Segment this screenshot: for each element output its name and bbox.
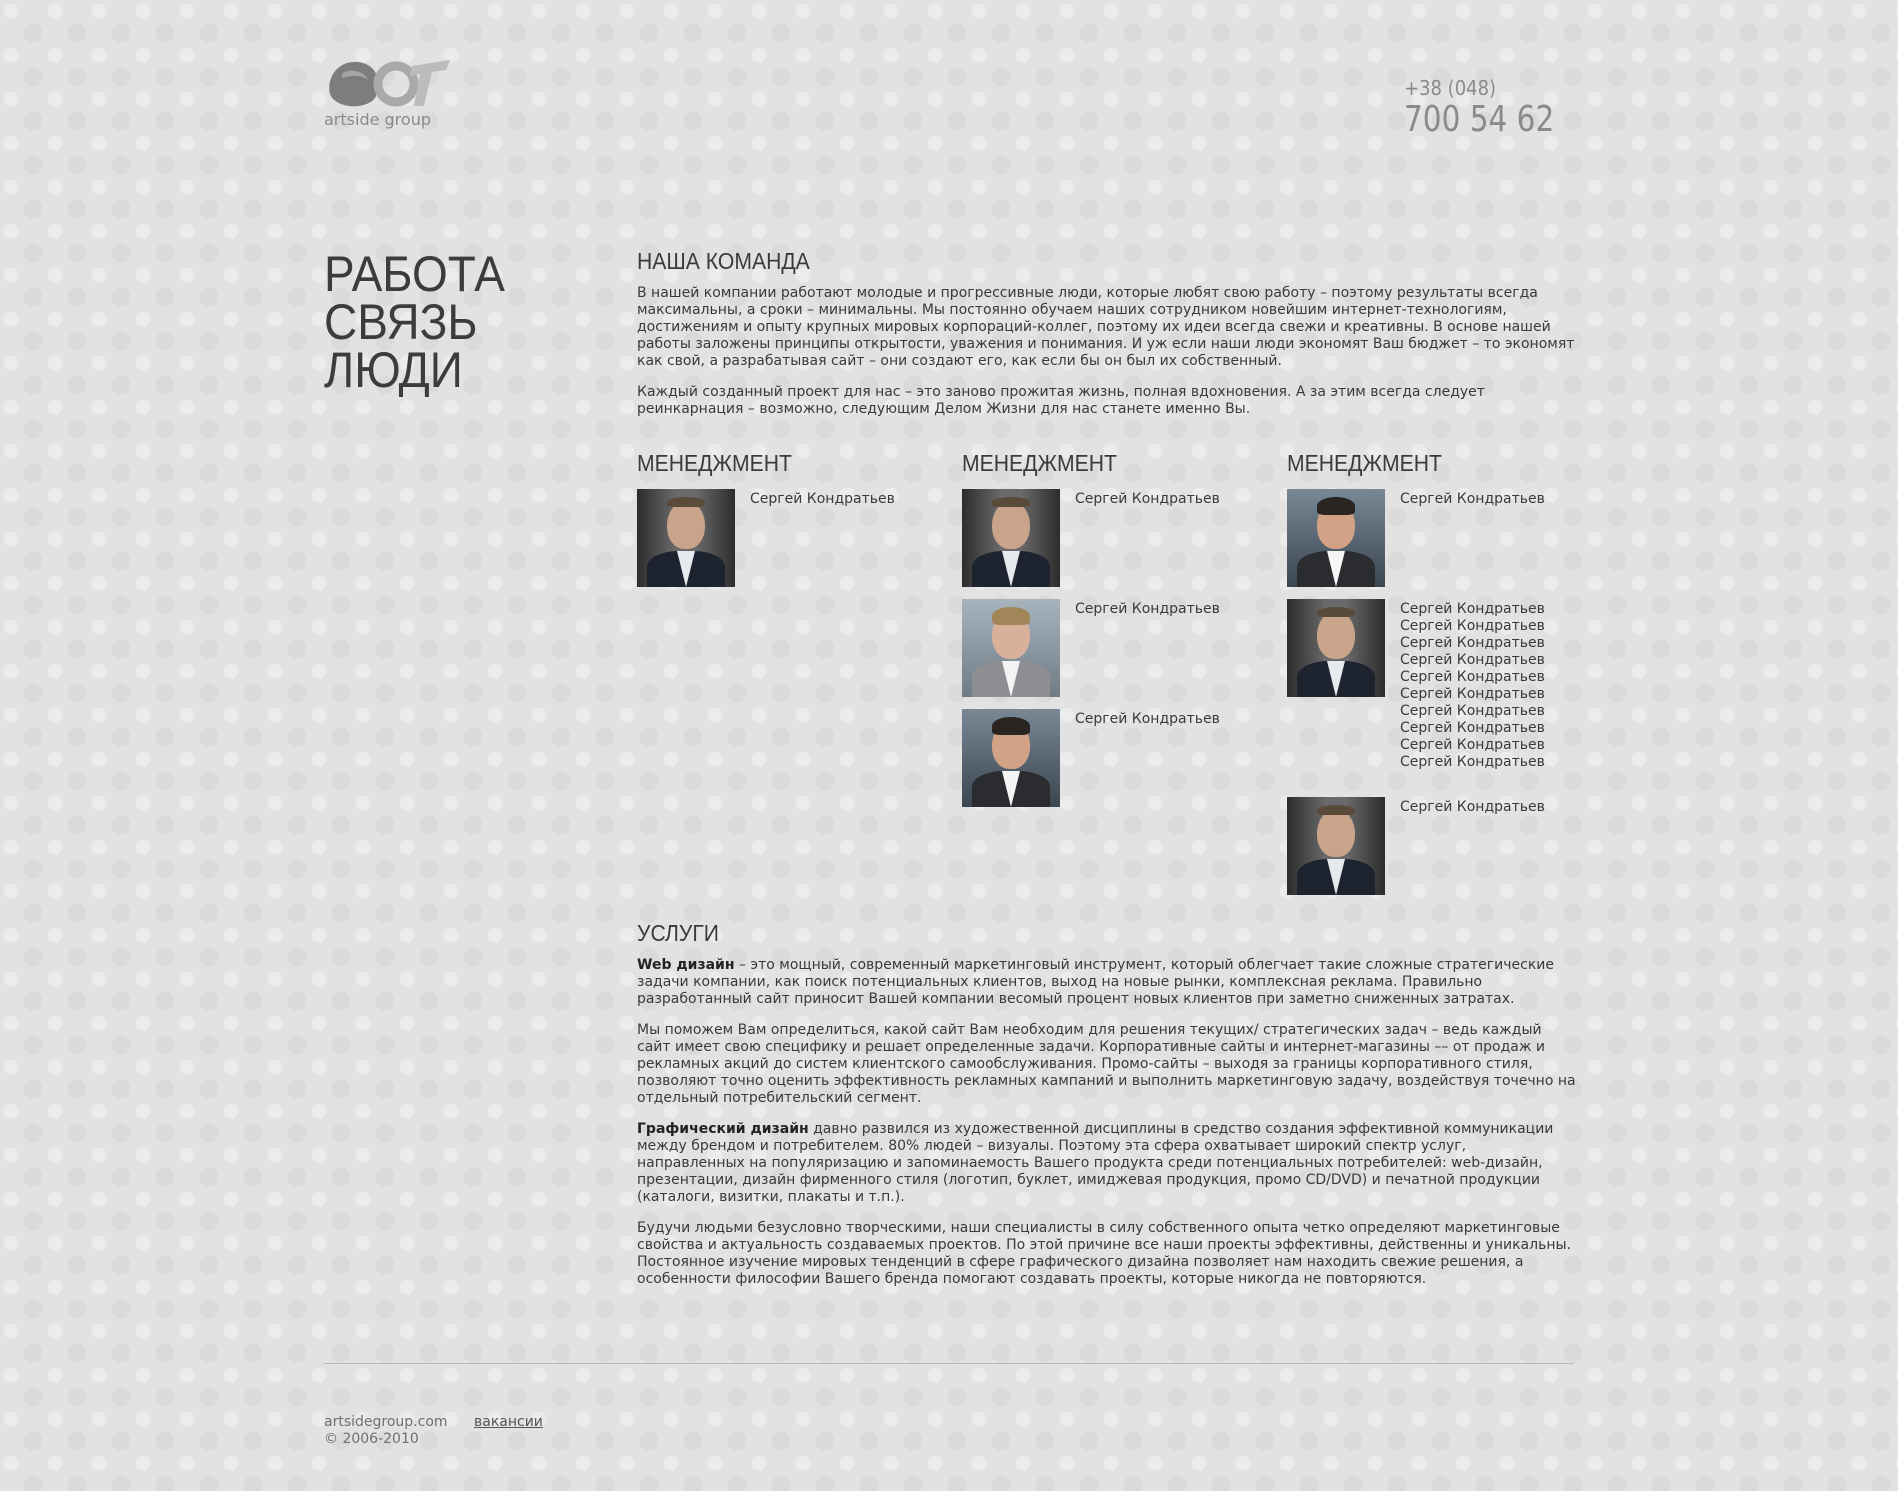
team-column: МЕНЕДЖМЕНТ Сергей Кондратьев Сергей Конд… [1287, 450, 1587, 907]
footer-copyright: © 2006-2010 [324, 1431, 419, 1447]
team-intro-section: НАША КОМАНДА В нашей компании работают м… [637, 248, 1577, 432]
phone-block: +38 (048) 700 54 62 [1404, 76, 1574, 140]
team-member: Сергей Кондратьев [962, 489, 1262, 587]
slogan: РАБОТА СВЯЗЬ ЛЮДИ [324, 246, 521, 398]
team-grid: МЕНЕДЖМЕНТ Сергей Кондратьев МЕНЕДЖМЕНТ … [637, 450, 1577, 900]
member-name: Сергей Кондратьев [1400, 491, 1545, 507]
team-paragraph: Каждый созданный проект для нас – это за… [637, 384, 1485, 417]
team-member: Сергей Кондратьев [1287, 797, 1587, 895]
team-member: Сергей Кондратьев [962, 599, 1262, 697]
team-column-title: МЕНЕДЖМЕНТ [637, 450, 792, 476]
member-photo[interactable] [1287, 489, 1385, 587]
footer: artsidegroup.com вакансии © 2006-2010 [324, 1414, 543, 1448]
slogan-line-work: РАБОТА [324, 246, 505, 302]
graphic-design-term: Графический дизайн [637, 1121, 809, 1137]
web-design-term: Web дизайн [637, 957, 735, 973]
services-paragraph: Web дизайн – это мощный, современный мар… [637, 957, 1554, 1007]
team-member: Сергей Кондратьев [1287, 489, 1587, 587]
team-title: НАША КОМАНДА [637, 248, 810, 274]
member-photo[interactable] [962, 599, 1060, 697]
team-column: МЕНЕДЖМЕНТ Сергей Кондратьев Сергей Конд… [962, 450, 1262, 819]
services-section: УСЛУГИ Web дизайн – это мощный, современ… [637, 920, 1577, 1302]
member-name: Сергей Кондратьев [1075, 491, 1220, 507]
services-paragraph: Будучи людьми безусловно творческими, на… [637, 1220, 1571, 1287]
services-paragraph: Мы поможем Вам определиться, какой сайт … [637, 1022, 1576, 1106]
team-member: Сергей Кондратьев [962, 709, 1262, 807]
vacancies-link[interactable]: вакансии [474, 1414, 543, 1430]
logo-mark-icon [329, 60, 450, 107]
member-name: Сергей Кондратьев [1075, 711, 1220, 727]
team-member: Сергей Кондратьев [637, 489, 937, 587]
logo-text: artside group [324, 110, 431, 129]
slogan-line-connection: СВЯЗЬ [324, 294, 478, 350]
team-member: Сергей КондратьевСергей КондратьевСергей… [1287, 599, 1587, 785]
slogan-line-people: ЛЮДИ [324, 342, 463, 398]
footer-divider [324, 1363, 1574, 1364]
footer-site: artsidegroup.com [324, 1414, 448, 1430]
member-name: Сергей Кондратьев [1400, 799, 1545, 815]
member-name: Сергей КондратьевСергей КондратьевСергей… [1400, 601, 1545, 770]
services-paragraph: Графический дизайн давно развился из худ… [637, 1121, 1554, 1205]
team-column-title: МЕНЕДЖМЕНТ [962, 450, 1117, 476]
team-column: МЕНЕДЖМЕНТ Сергей Кондратьев [637, 450, 937, 599]
member-photo[interactable] [1287, 797, 1385, 895]
member-photo[interactable] [637, 489, 735, 587]
team-column-title: МЕНЕДЖМЕНТ [1287, 450, 1442, 476]
member-photo[interactable] [962, 709, 1060, 807]
phone-code: +38 (048) [1404, 76, 1497, 100]
services-title: УСЛУГИ [637, 920, 720, 946]
member-name: Сергей Кондратьев [1075, 601, 1220, 617]
member-name: Сергей Кондратьев [750, 491, 895, 507]
phone-number: 700 54 62 [1404, 99, 1555, 140]
member-photo[interactable] [962, 489, 1060, 587]
team-paragraph: В нашей компании работают молодые и прог… [637, 285, 1575, 369]
member-photo[interactable] [1287, 599, 1385, 697]
logo[interactable]: artside group [324, 54, 456, 134]
